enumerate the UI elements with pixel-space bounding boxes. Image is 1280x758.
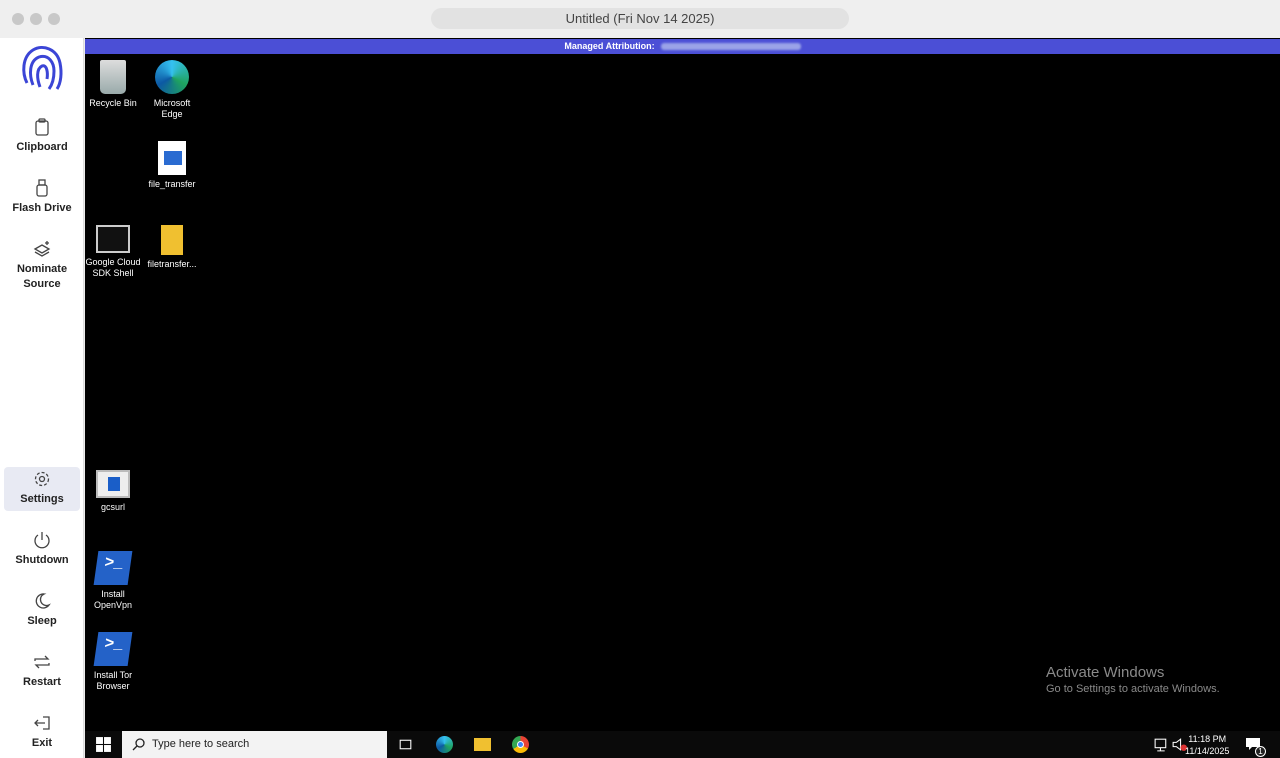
sidebar-item-restart[interactable]: Restart: [4, 653, 80, 690]
flash-drive-icon: [34, 179, 50, 197]
sidebar-item-nominate-source[interactable]: Nominate Source: [4, 240, 80, 292]
sidebar-item-label: Sleep: [27, 615, 56, 627]
search-icon: [132, 738, 145, 751]
taskbar-clock[interactable]: 11:18 PM11/14/2025: [1185, 733, 1229, 757]
nominate-source-icon: [33, 240, 51, 258]
folder-icon: [161, 225, 183, 255]
desktop-icon-file-transfer[interactable]: file_transfer: [142, 141, 202, 190]
icon-label: Install Tor Browser: [94, 670, 132, 691]
taskbar-search-box[interactable]: Type here to search: [122, 731, 387, 758]
zoom-window-button[interactable]: [48, 13, 60, 25]
powershell-icon: >_: [94, 632, 133, 666]
sidebar-item-shutdown[interactable]: Shutdown: [4, 531, 80, 568]
close-window-button[interactable]: [12, 13, 24, 25]
sidebar-item-label: Nominate: [17, 263, 67, 275]
sidebar-item-label: Restart: [23, 676, 61, 688]
banner-label: Managed Attribution:: [564, 41, 654, 51]
taskbar: Type here to search 11:18 PM11/14/2025 1: [85, 731, 1280, 758]
url-shortcut-icon: [96, 470, 130, 498]
chrome-icon[interactable]: [512, 736, 529, 753]
search-placeholder: Type here to search: [152, 738, 249, 750]
window-title: Untitled (Fri Nov 14 2025): [431, 8, 849, 29]
desktop-icon-gcsurl[interactable]: gcsurl: [83, 470, 143, 513]
clock-time: 11:18 PM: [1185, 733, 1229, 745]
sidebar-item-sleep[interactable]: Sleep: [4, 592, 80, 629]
sidebar-item-settings[interactable]: Settings: [4, 467, 80, 511]
icon-label: Microsoft Edge: [154, 98, 191, 119]
sidebar-item-label: Flash Drive: [12, 202, 71, 214]
desktop-icon-microsoft-edge[interactable]: Microsoft Edge: [142, 60, 202, 120]
desktop-icon-install-openvpn[interactable]: >_ Install OpenVpn: [83, 551, 143, 611]
gear-icon: [33, 470, 51, 488]
windows-start-icon[interactable]: [95, 736, 112, 753]
task-view-icon[interactable]: [397, 736, 414, 753]
activate-windows-watermark: Activate Windows Go to Settings to activa…: [1046, 664, 1220, 695]
window-titlebar: Untitled (Fri Nov 14 2025): [0, 0, 1280, 38]
file-explorer-icon[interactable]: [474, 738, 491, 751]
clock-date: 11/14/2025: [1185, 745, 1229, 757]
desktop-icon-install-tor-browser[interactable]: >_ Install Tor Browser: [83, 632, 143, 692]
exit-icon: [33, 714, 51, 732]
restart-icon: [33, 653, 51, 671]
icon-label: Recycle Bin: [89, 98, 137, 108]
minimize-window-button[interactable]: [30, 13, 42, 25]
sidebar-item-label: Source: [23, 278, 60, 290]
icon-label: file_transfer: [148, 179, 195, 189]
managed-attribution-banner: Managed Attribution:: [85, 39, 1280, 54]
icon-label: filetransfer...: [147, 259, 196, 269]
desktop-icon-recycle-bin[interactable]: Recycle Bin: [83, 60, 143, 109]
power-icon: [33, 531, 51, 549]
desktop-icon-filetransfer-folder[interactable]: filetransfer...: [142, 225, 202, 270]
powershell-script-icon: [158, 141, 186, 175]
recycle-bin-icon: [100, 60, 126, 94]
sidebar-item-flash-drive[interactable]: Flash Drive: [4, 179, 80, 216]
redacted-value: [661, 43, 801, 50]
sidebar-item-clipboard[interactable]: Clipboard: [4, 118, 80, 155]
remote-desktop[interactable]: Managed Attribution: Recycle Bin Microso…: [85, 38, 1280, 731]
icon-label: gcsurl: [101, 502, 125, 512]
sidebar-item-label: Clipboard: [16, 141, 67, 153]
notification-center-icon[interactable]: 1: [1245, 736, 1262, 753]
sidebar: Clipboard Flash Drive Nominate Source Set…: [0, 38, 84, 758]
edge-taskbar-icon[interactable]: [436, 736, 453, 753]
watermark-subtitle: Go to Settings to activate Windows.: [1046, 683, 1220, 695]
sidebar-item-exit[interactable]: Exit: [4, 714, 80, 751]
icon-label: Google Cloud SDK Shell: [85, 257, 140, 278]
powershell-icon: >_: [94, 551, 133, 585]
edge-icon: [155, 60, 189, 94]
clipboard-icon: [34, 118, 50, 136]
icon-label: Install OpenVpn: [94, 589, 132, 610]
sidebar-item-label: Settings: [20, 493, 63, 505]
notification-count: 1: [1255, 746, 1266, 757]
desktop-icon-google-cloud-sdk-shell[interactable]: Google Cloud SDK Shell: [83, 225, 143, 279]
fingerprint-logo-icon: [19, 43, 65, 95]
sidebar-item-label: Exit: [32, 737, 52, 749]
network-icon[interactable]: [1153, 736, 1170, 753]
sidebar-item-label: Shutdown: [15, 554, 68, 566]
watermark-title: Activate Windows: [1046, 664, 1220, 681]
moon-icon: [33, 592, 51, 610]
terminal-icon: [96, 225, 130, 253]
